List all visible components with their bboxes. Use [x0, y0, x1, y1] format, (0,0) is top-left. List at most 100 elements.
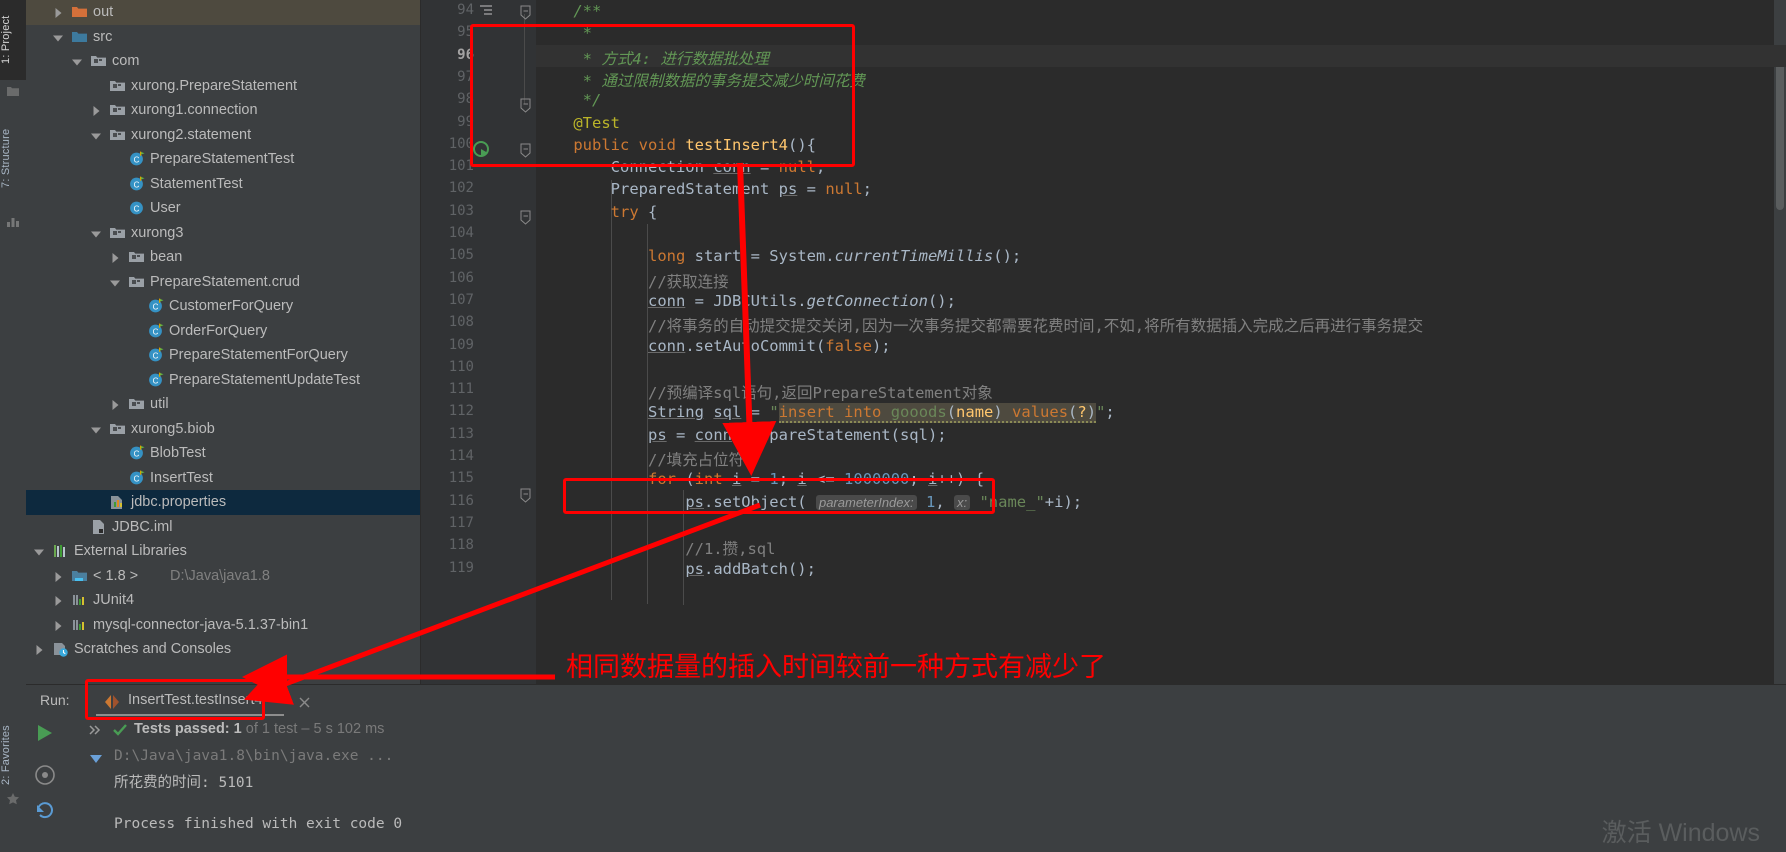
junit-tab-icon: [105, 695, 119, 709]
collapse-triangle-icon[interactable]: [88, 750, 104, 766]
tree-item[interactable]: util: [26, 392, 420, 417]
chevron-right-icon[interactable]: [53, 0, 64, 25]
tree-item[interactable]: JDBC.iml: [26, 515, 420, 540]
code-line[interactable]: long start = System.currentTimeMillis();: [536, 247, 1021, 265]
code-line[interactable]: ps = conn.prepareStatement(sql);: [536, 426, 947, 444]
rerun-icon[interactable]: [35, 723, 55, 743]
toggle-auto-test-icon[interactable]: [34, 764, 56, 786]
close-icon[interactable]: [298, 696, 311, 709]
chevron-down-icon[interactable]: [72, 49, 83, 74]
code-line[interactable]: */: [536, 91, 602, 109]
tree-item[interactable]: C User: [26, 196, 420, 221]
code-line[interactable]: * 方式4: 进行数据批处理: [536, 47, 769, 69]
code-line[interactable]: *: [536, 24, 592, 42]
tree-item-label: CustomerForQuery: [169, 298, 294, 314]
code-line[interactable]: //1.攒,sql: [536, 537, 775, 559]
tree-item[interactable]: com: [26, 49, 420, 74]
chevron-right-icon[interactable]: [53, 588, 64, 613]
code-line[interactable]: for (int i = 1; i <= 1000000; i++) {: [536, 470, 984, 488]
tree-item[interactable]: C InsertTest: [26, 466, 420, 491]
tree-item[interactable]: Scratches and Consoles: [26, 637, 420, 662]
chevron-right-icon[interactable]: [110, 392, 121, 417]
chevron-down-icon[interactable]: [91, 417, 102, 442]
code-line[interactable]: //将事务的自动提交提交关闭,因为一次事务提交都需要花费时间,不如,将所有数据插…: [536, 314, 1423, 336]
tree-item-label: PrepareStatementForQuery: [169, 347, 348, 363]
chevron-down-icon[interactable]: [110, 270, 121, 295]
svg-text:C: C: [134, 474, 140, 483]
chevron-down-icon[interactable]: [53, 25, 64, 50]
line-number: 111: [448, 381, 474, 398]
editor-vertical-scrollbar[interactable]: [1774, 0, 1786, 684]
tree-item[interactable]: C PrepareStatementForQuery: [26, 343, 420, 368]
tree-item[interactable]: xurong3: [26, 221, 420, 246]
tree-item-label: mysql-connector-java-5.1.37-bin1: [93, 616, 309, 633]
chevron-right-icon[interactable]: [53, 613, 64, 638]
tree-item[interactable]: jdbc.properties: [26, 490, 420, 515]
code-editor[interactable]: 94 95 96 97 98 99 100 101 102 103 104 105 106 107 108 1…: [421, 0, 1786, 684]
code-line[interactable]: conn.setAutoCommit(false);: [536, 337, 891, 355]
code-line[interactable]: conn = JDBCUtils.getConnection();: [536, 292, 956, 310]
tree-item[interactable]: < 1.8 > D:\Java\java1.8: [26, 564, 420, 589]
tree-item[interactable]: xurong2.statement: [26, 123, 420, 148]
run-console[interactable]: Tests passed: 1 of 1 test – 5 s 102 ms D…: [26, 716, 1786, 852]
line-number: 103: [448, 202, 474, 219]
tree-item-label: External Libraries: [74, 543, 187, 559]
chevron-right-icon[interactable]: [110, 245, 121, 270]
run-tool-window[interactable]: Run: InsertTest.testInsert4 Tests passed…: [26, 684, 1786, 852]
tree-item[interactable]: xurong5.biob: [26, 417, 420, 442]
run-test-gutter-icon[interactable]: [473, 141, 490, 158]
tree-item-label: xurong1.connection: [131, 102, 258, 118]
tree-item[interactable]: mysql-connector-java-5.1.37-bin1: [26, 613, 420, 638]
tree-item[interactable]: PrepareStatement.crud: [26, 270, 420, 295]
code-line[interactable]: //填充占位符: [536, 448, 744, 470]
run-console-content[interactable]: Tests passed: 1 of 1 test – 5 s 102 ms D…: [82, 716, 1786, 852]
console-command-line: D:\Java\java1.8\bin\java.exe ...: [114, 748, 394, 764]
chevron-down-icon[interactable]: [34, 539, 45, 564]
chevron-right-icon[interactable]: [91, 98, 102, 123]
code-line[interactable]: //预编译sql语句,返回PrepareStatement对象: [536, 381, 993, 403]
tree-item[interactable]: bean: [26, 245, 420, 270]
tree-item[interactable]: xurong.PrepareStatement: [26, 74, 420, 99]
tree-item-label: OrderForQuery: [169, 322, 268, 339]
code-line[interactable]: @Test: [536, 114, 620, 132]
code-line[interactable]: try {: [536, 203, 658, 221]
code-line[interactable]: * 通过限制数据的事务提交减少时间花费: [536, 69, 865, 91]
package-icon: [109, 102, 126, 118]
tree-item[interactable]: JUnit4: [26, 588, 420, 613]
tree-item[interactable]: out: [26, 0, 420, 25]
run-console-toolbar[interactable]: [26, 716, 80, 852]
code-line[interactable]: /**: [536, 2, 601, 20]
chevron-right-icon[interactable]: [34, 637, 45, 662]
expand-chevrons-icon[interactable]: [88, 722, 104, 738]
code-line[interactable]: ps.setObject( parameterIndex: 1, x: "nam…: [536, 493, 1082, 511]
code-line[interactable]: ps.addBatch();: [536, 560, 816, 578]
show-structure-icon[interactable]: [479, 3, 495, 17]
run-tab-title: InsertTest.testInsert4: [128, 692, 263, 708]
rerun-failed-icon[interactable]: [34, 799, 56, 821]
class-icon: C: [128, 200, 145, 216]
tree-item[interactable]: C CustomerForQuery: [26, 294, 420, 319]
chevron-down-icon[interactable]: [91, 221, 102, 246]
tree-item[interactable]: C BlobTest: [26, 441, 420, 466]
code-line[interactable]: PreparedStatement ps = null;: [536, 180, 872, 198]
tree-item[interactable]: C PrepareStatementTest: [26, 147, 420, 172]
tool-tab-project[interactable]: 1: Project: [0, 0, 26, 80]
fold-markers[interactable]: [517, 0, 535, 684]
tree-item-label: Scratches and Consoles: [74, 641, 232, 657]
editor-scroll-thumb[interactable]: [1776, 60, 1784, 210]
line-number: 110: [448, 358, 474, 375]
project-tool-window[interactable]: out src com xurong.PrepareStatement xurong1.…: [26, 0, 421, 684]
code-line[interactable]: //获取连接: [536, 270, 729, 292]
chevron-down-icon[interactable]: [91, 123, 102, 148]
code-line[interactable]: String sql = "insert into gooods(name) v…: [536, 403, 1115, 424]
tree-item[interactable]: C PrepareStatementUpdateTest: [26, 368, 420, 393]
chevron-right-icon[interactable]: [53, 564, 64, 589]
tree-item[interactable]: src: [26, 25, 420, 50]
tree-item[interactable]: C OrderForQuery: [26, 319, 420, 344]
code-line[interactable]: public void testInsert4(){: [536, 136, 816, 154]
tree-item[interactable]: C StatementTest: [26, 172, 420, 197]
code-line[interactable]: Connection conn = null;: [536, 158, 826, 176]
tool-tab-structure[interactable]: 7: Structure: [0, 108, 26, 208]
tree-item[interactable]: External Libraries: [26, 539, 420, 564]
tree-item[interactable]: xurong1.connection: [26, 98, 420, 123]
